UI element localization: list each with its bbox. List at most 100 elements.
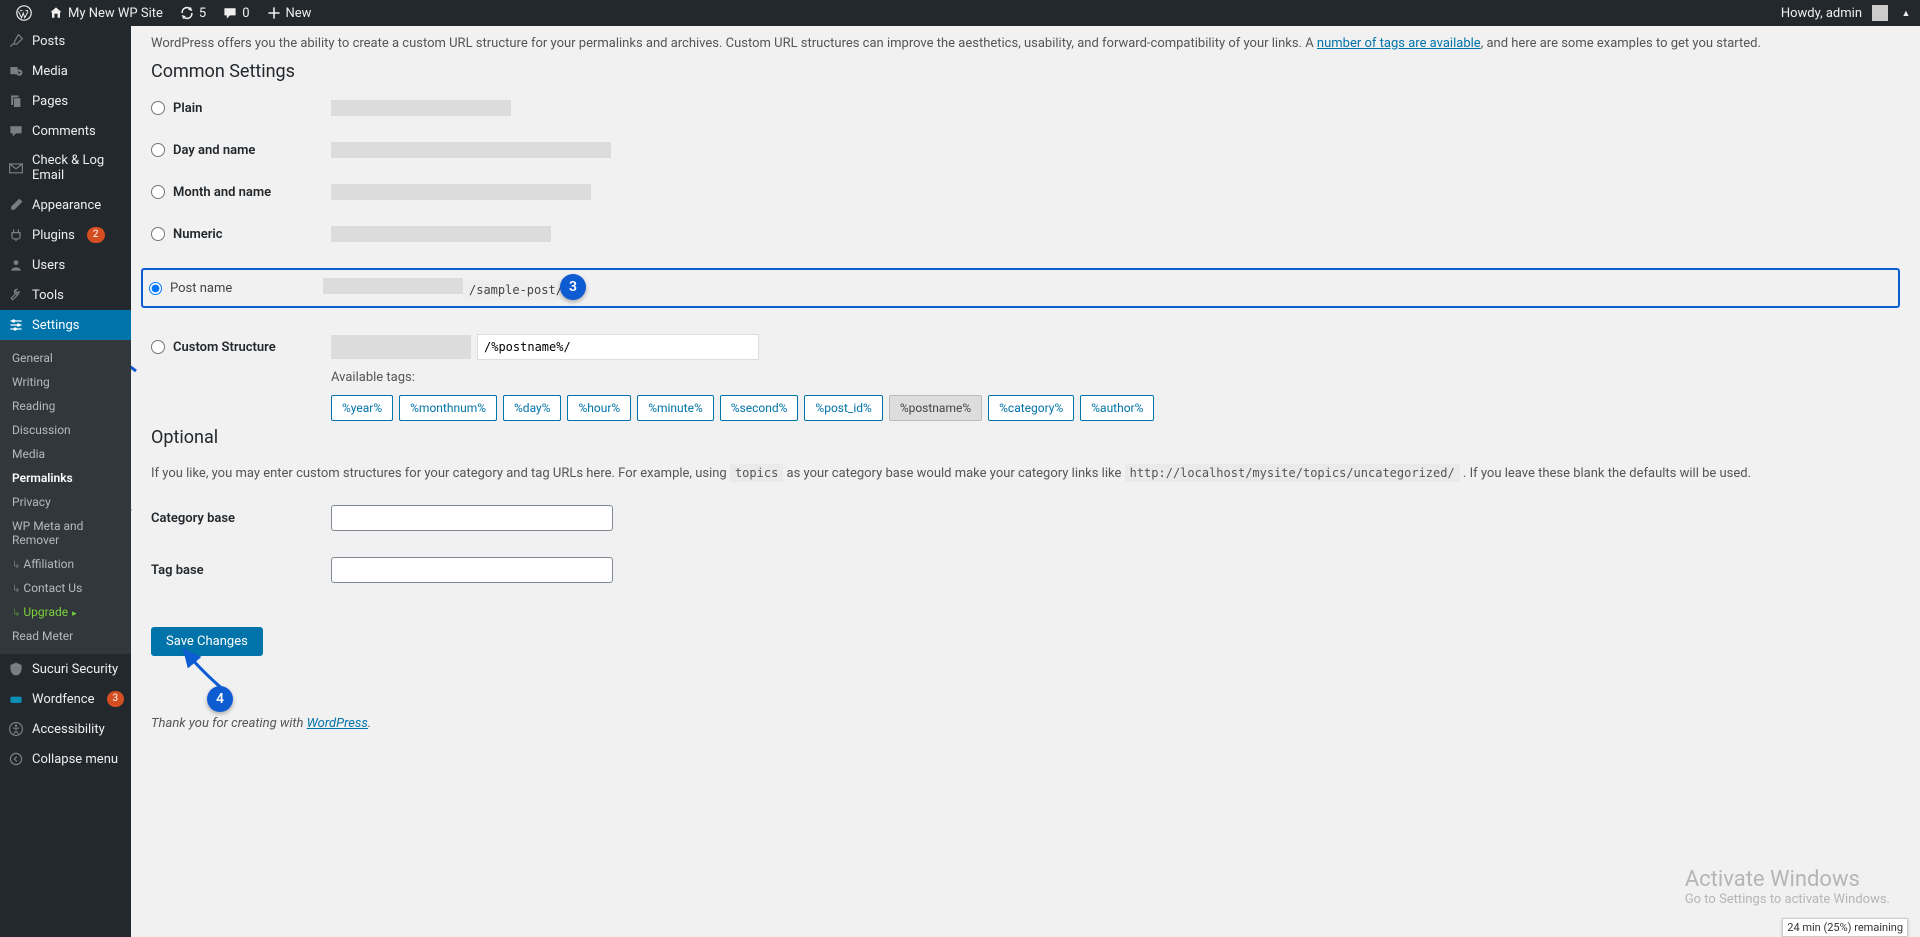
option-numeric-row: Numeric [151,226,1900,242]
radio-day[interactable] [151,143,165,157]
submenu-wp-meta[interactable]: WP Meta and Remover [0,514,131,552]
admin-bar: My New WP Site 5 0 New Howdy, admin ▲ [0,0,1920,26]
submenu-arrow-icon: ↳ [12,560,20,571]
radio-custom[interactable] [151,340,165,354]
option-plain-row: Plain [151,100,1900,116]
tag-button[interactable]: %monthnum% [399,395,497,421]
menu-plugins[interactable]: Plugins2 [0,220,131,250]
tag-buttons-row: %year%%monthnum%%day%%hour%%minute%%seco… [331,395,1900,421]
tag-base-input[interactable] [331,557,613,583]
plugins-badge: 2 [87,227,105,243]
radio-month[interactable] [151,185,165,199]
settings-submenu: General Writing Reading Discussion Media… [0,340,131,654]
caret-right-icon: ▸ [72,609,77,619]
home-icon [48,5,64,21]
tag-base-row: Tag base [151,557,1900,583]
tags-available-link[interactable]: number of tags are available [1317,36,1481,51]
collapse-menu[interactable]: Collapse menu [0,744,131,774]
wordpress-link[interactable]: WordPress [307,716,368,731]
option-custom-row: Custom Structure [151,334,1900,360]
tag-button[interactable]: %day% [503,395,561,421]
scroll-up-icon[interactable]: ▲ [1900,8,1912,18]
submenu-media[interactable]: Media [0,442,131,466]
tag-button[interactable]: %category% [988,395,1074,421]
wordfence-icon [8,691,24,707]
submenu-privacy[interactable]: Privacy [0,490,131,514]
tag-button[interactable]: %second% [720,395,799,421]
shield-icon [8,661,24,677]
admin-sidebar: Posts Media Pages Comments Check & Log E… [0,26,131,937]
tag-button[interactable]: %year% [331,395,393,421]
option-month-row: Month and name [151,184,1900,200]
mail-icon [8,160,24,176]
new-label: New [286,6,312,21]
tag-button[interactable]: %author% [1080,395,1154,421]
submenu-read-meter[interactable]: Read Meter [0,624,131,648]
site-home[interactable]: My New WP Site [40,0,171,26]
wrench-icon [8,287,24,303]
user-icon [8,257,24,273]
custom-structure-input[interactable] [477,334,759,360]
pages-icon [8,93,24,109]
menu-appearance[interactable]: Appearance [0,190,131,220]
radio-numeric[interactable] [151,227,165,241]
save-changes-button[interactable]: Save Changes [151,627,263,656]
menu-pages[interactable]: Pages [0,86,131,116]
tag-button[interactable]: %hour% [567,395,631,421]
menu-wordfence[interactable]: Wordfence3 [0,684,131,714]
radio-plain[interactable] [151,101,165,115]
menu-users[interactable]: Users [0,250,131,280]
wp-logo[interactable] [8,0,40,26]
menu-posts[interactable]: Posts [0,26,131,56]
blurred-url [331,142,611,158]
menu-comments[interactable]: Comments [0,116,131,146]
tag-button[interactable]: %postname% [889,395,982,421]
submenu-contact-us[interactable]: ↳Contact Us [0,576,131,600]
menu-check-log-email[interactable]: Check & Log Email [0,146,131,190]
plug-icon [8,227,24,243]
menu-tools[interactable]: Tools [0,280,131,310]
menu-settings[interactable]: Settings [0,310,131,340]
blurred-url [331,226,551,242]
submenu-general[interactable]: General [0,346,131,370]
blurred-url [323,278,463,294]
accessibility-icon [8,721,24,737]
wordfence-badge: 3 [107,691,125,707]
submenu-discussion[interactable]: Discussion [0,418,131,442]
label-month: Month and name [173,185,271,200]
avatar [1872,5,1888,21]
category-base-input[interactable] [331,505,613,531]
menu-sucuri[interactable]: Sucuri Security [0,654,131,684]
new-content[interactable]: New [258,0,320,26]
comment-icon [222,5,238,21]
collapse-icon [8,751,24,767]
howdy-account[interactable]: Howdy, admin [1773,0,1896,26]
intro-text: WordPress offers you the ability to crea… [151,36,1900,51]
option-postname-row: Post name /sample-post/ [141,268,1900,308]
refresh-icon [179,5,195,21]
updates-link[interactable]: 5 [171,0,214,26]
submenu-reading[interactable]: Reading [0,394,131,418]
submenu-upgrade[interactable]: ↳Upgrade▸ [0,600,131,624]
label-tag-base: Tag base [151,563,204,578]
pin-icon [8,33,24,49]
tag-button[interactable]: %post_id% [804,395,882,421]
brush-icon [8,197,24,213]
main-content: WordPress offers you the ability to crea… [131,26,1920,937]
optional-heading: Optional [151,427,1900,448]
submenu-writing[interactable]: Writing [0,370,131,394]
label-plain: Plain [173,101,202,116]
menu-media[interactable]: Media [0,56,131,86]
site-name: My New WP Site [68,6,163,21]
label-numeric: Numeric [173,227,223,242]
submenu-affiliation[interactable]: ↳Affiliation [0,552,131,576]
blurred-url [331,335,471,359]
tag-button[interactable]: %minute% [637,395,714,421]
radio-postname[interactable] [149,282,162,295]
howdy-text: Howdy, admin [1781,6,1862,21]
label-day: Day and name [173,143,255,158]
category-base-row: Category base [151,505,1900,531]
menu-accessibility[interactable]: Accessibility [0,714,131,744]
submenu-permalinks[interactable]: Permalinks [0,466,131,490]
comments-link[interactable]: 0 [214,0,257,26]
